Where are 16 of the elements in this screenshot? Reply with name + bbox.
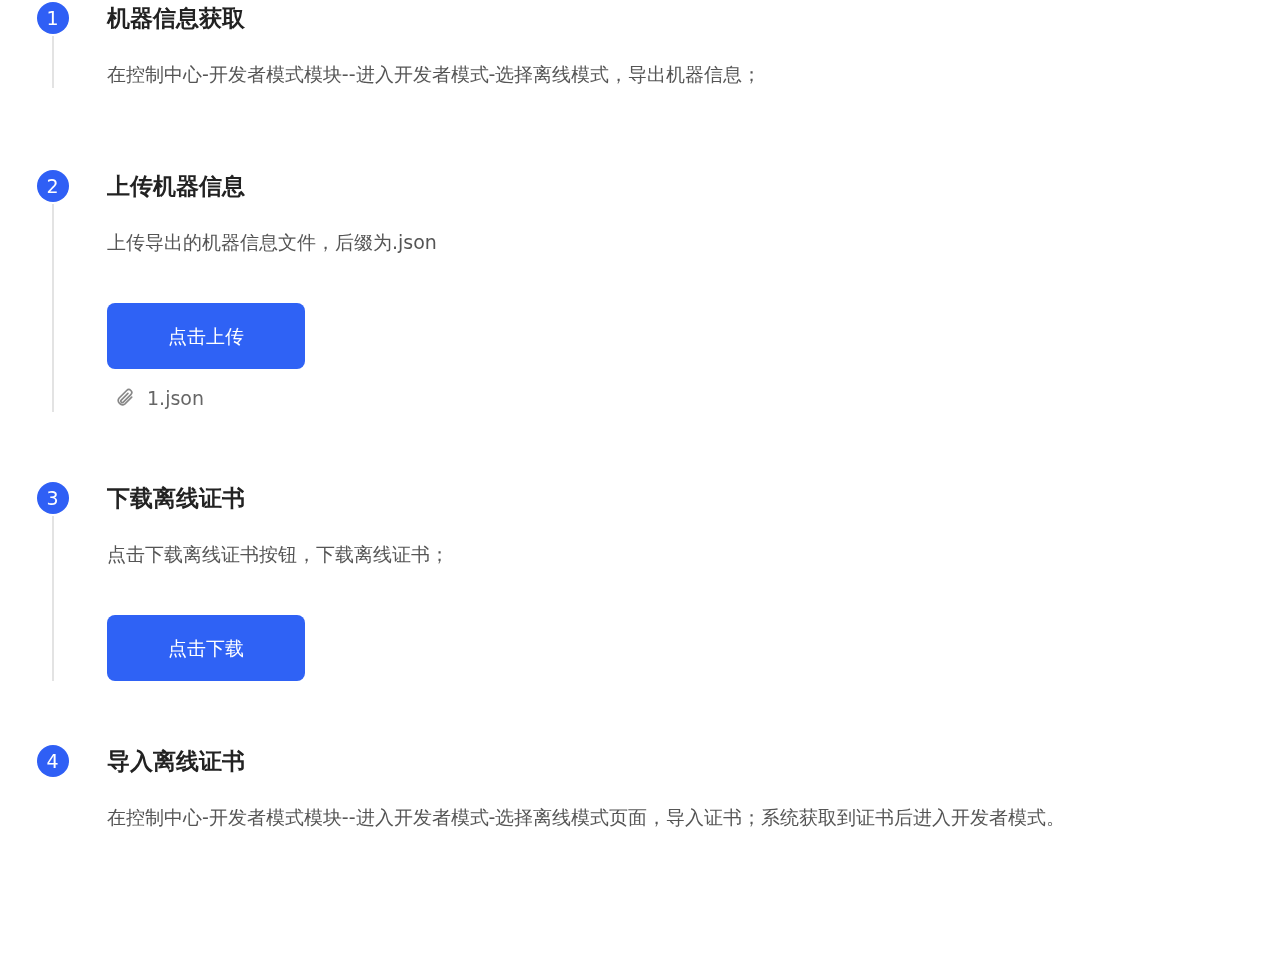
step-description: 在控制中心-开发者模式模块--进入开发者模式-选择离线模式，导出机器信息；: [107, 62, 762, 87]
file-name[interactable]: 1.json: [147, 383, 204, 413]
step-title: 导入离线证书: [107, 747, 245, 776]
step-number: 1: [36, 2, 69, 34]
step-description: 点击下载离线证书按钮，下载离线证书；: [107, 542, 449, 567]
step-title: 机器信息获取: [107, 4, 245, 33]
step-description: 在控制中心-开发者模式模块--进入开发者模式-选择离线模式页面，导入证书；系统获取到证书后进入开发者模式。: [107, 805, 1066, 830]
step-description: 上传导出的机器信息文件，后缀为.json: [107, 230, 437, 255]
step-number: 4: [36, 745, 69, 777]
step-number: 3: [36, 482, 69, 514]
step-title: 下载离线证书: [107, 484, 245, 513]
step-number: 2: [36, 170, 69, 202]
action-button[interactable]: 点击上传: [107, 303, 305, 369]
action-button[interactable]: 点击下载: [107, 615, 305, 681]
paperclip-icon: [115, 388, 135, 408]
step-title: 上传机器信息: [107, 172, 245, 201]
